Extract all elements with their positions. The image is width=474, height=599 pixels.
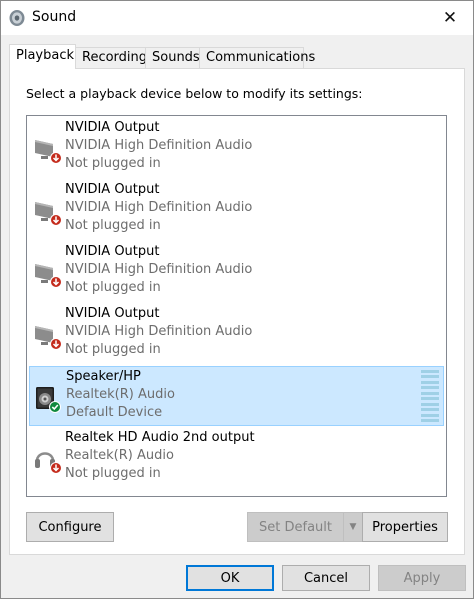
speaker-icon xyxy=(36,387,61,413)
device-driver: NVIDIA High Definition Audio xyxy=(65,324,253,339)
device-status: Not plugged in xyxy=(65,342,161,357)
close-button[interactable]: ✕ xyxy=(427,1,473,35)
properties-button[interactable]: Properties xyxy=(362,512,448,542)
device-item-nvidia-output-3[interactable]: NVIDIA Output NVIDIA High Definition Aud… xyxy=(29,242,444,302)
configure-button[interactable]: Configure xyxy=(26,512,114,542)
window-title: Sound xyxy=(32,9,77,25)
device-driver: Realtek(R) Audio xyxy=(65,448,174,463)
title-bar: Sound ✕ xyxy=(1,1,473,35)
set-default-dropdown-button[interactable]: ▼ xyxy=(343,512,363,542)
monitor-speaker-icon xyxy=(35,140,62,164)
instruction-text: Select a playback device below to modify… xyxy=(26,86,363,101)
device-driver: NVIDIA High Definition Audio xyxy=(65,262,253,277)
apply-button[interactable]: Apply xyxy=(378,565,466,591)
device-name: NVIDIA Output xyxy=(65,182,160,197)
monitor-speaker-icon xyxy=(35,264,62,288)
set-default-button[interactable]: Set Default xyxy=(247,512,344,542)
device-item-realtek-2nd-output[interactable]: Realtek HD Audio 2nd output Realtek(R) A… xyxy=(29,428,444,488)
sound-dialog: Sound ✕ Playback Recording Sounds Commun… xyxy=(0,0,474,599)
device-driver: NVIDIA High Definition Audio xyxy=(65,138,253,153)
tab-recording[interactable]: Recording xyxy=(75,47,147,68)
device-status: Not plugged in xyxy=(65,280,161,295)
device-status: Not plugged in xyxy=(65,156,161,171)
device-driver: NVIDIA High Definition Audio xyxy=(65,200,253,215)
tab-communications[interactable]: Communications xyxy=(199,47,315,68)
monitor-speaker-icon xyxy=(35,326,62,350)
device-item-nvidia-output-1[interactable]: NVIDIA Output NVIDIA High Definition Aud… xyxy=(29,118,444,178)
device-item-speaker-hp[interactable]: Speaker/HP Realtek(R) Audio Default Devi… xyxy=(29,366,444,426)
device-status: Not plugged in xyxy=(65,466,161,481)
sound-app-icon xyxy=(9,10,25,26)
device-name: Realtek HD Audio 2nd output xyxy=(65,430,255,445)
cancel-button[interactable]: Cancel xyxy=(282,565,370,591)
tab-sounds[interactable]: Sounds xyxy=(145,47,200,68)
device-status: Default Device xyxy=(66,405,163,420)
device-name: Speaker/HP xyxy=(66,369,141,384)
device-list[interactable]: NVIDIA Output NVIDIA High Definition Aud… xyxy=(26,115,447,497)
volume-level-meter xyxy=(421,370,439,422)
headphones-icon xyxy=(35,452,62,474)
device-status: Not plugged in xyxy=(65,218,161,233)
device-name: NVIDIA Output xyxy=(65,244,160,259)
chevron-down-icon: ▼ xyxy=(349,522,357,532)
device-name: NVIDIA Output xyxy=(65,306,160,321)
tab-strip: Playback Recording Sounds Communications xyxy=(9,44,469,69)
device-driver: Realtek(R) Audio xyxy=(66,387,175,402)
playback-panel: Select a playback device below to modify… xyxy=(9,68,465,555)
device-item-nvidia-output-2[interactable]: NVIDIA Output NVIDIA High Definition Aud… xyxy=(29,180,444,240)
tab-playback[interactable]: Playback xyxy=(9,44,76,69)
device-item-nvidia-output-4[interactable]: NVIDIA Output NVIDIA High Definition Aud… xyxy=(29,304,444,364)
device-name: NVIDIA Output xyxy=(65,120,160,135)
monitor-speaker-icon xyxy=(35,202,62,226)
close-icon: ✕ xyxy=(442,8,458,28)
ok-button[interactable]: OK xyxy=(186,565,274,591)
